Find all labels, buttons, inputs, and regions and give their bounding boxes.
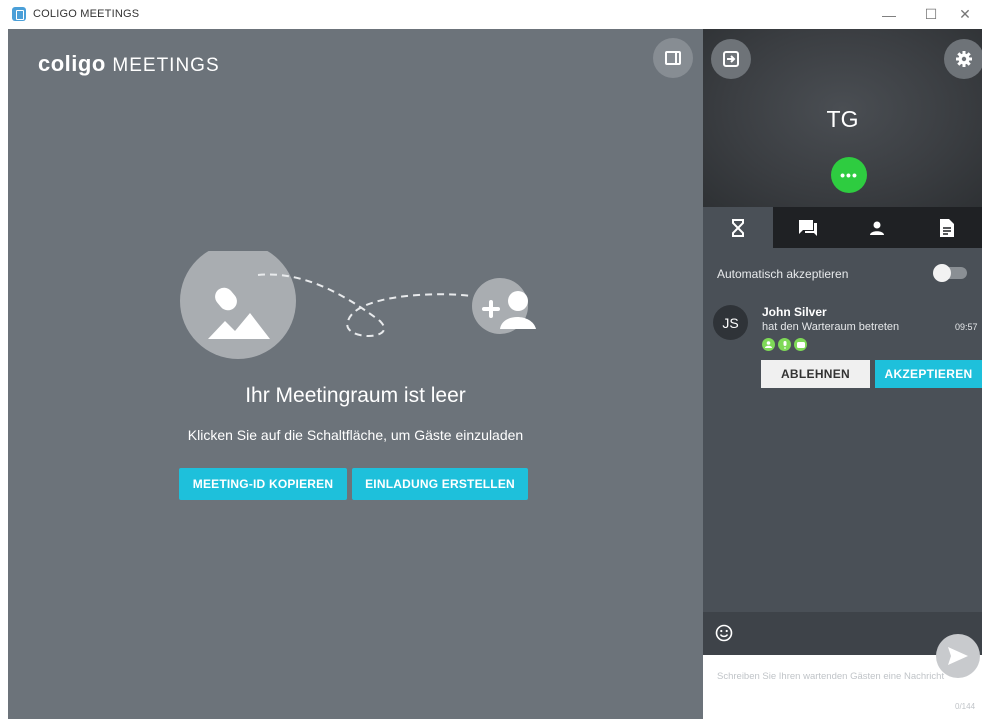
send-button[interactable] — [936, 634, 980, 678]
person-icon — [762, 338, 775, 351]
toggle-knob — [933, 264, 951, 282]
tab-participants[interactable] — [843, 207, 913, 248]
camera-icon — [794, 338, 807, 351]
side-panel: TG ••• Automatisch akzeptieren JS John S… — [703, 29, 982, 719]
guest-capabilities — [762, 338, 807, 351]
panel-toggle-button[interactable] — [653, 38, 693, 78]
maximize-button[interactable]: ☐ — [914, 0, 948, 29]
auto-accept-toggle[interactable] — [933, 264, 967, 282]
send-icon — [948, 647, 968, 665]
tab-waiting-room[interactable] — [703, 207, 773, 248]
tab-documents[interactable] — [912, 207, 982, 248]
auto-accept-label: Automatisch akzeptieren — [717, 267, 849, 281]
brand-bold: coligo — [38, 51, 106, 76]
panel-tabs — [703, 207, 982, 248]
tab-chat[interactable] — [773, 207, 843, 248]
exit-icon — [723, 51, 739, 67]
mic-icon — [778, 338, 791, 351]
hourglass-icon — [731, 218, 744, 237]
reject-button[interactable]: ABLEHNEN — [761, 360, 870, 388]
guest-time: 09:57 — [955, 322, 978, 332]
empty-room-illustration — [180, 251, 536, 359]
more-options-button[interactable]: ••• — [831, 157, 867, 193]
title-bar: COLIGO MEETINGS — ☐ ✕ — [0, 0, 982, 29]
brand-light: MEETINGS — [112, 55, 220, 76]
emoji-icon[interactable] — [715, 624, 733, 642]
empty-room-subtitle: Klicken Sie auf die Schaltfläche, um Gäs… — [187, 427, 524, 443]
window-title: COLIGO MEETINGS — [33, 8, 140, 20]
self-initials: TG — [826, 106, 859, 132]
leave-button[interactable] — [711, 39, 751, 79]
copy-meeting-id-button[interactable]: MEETING-ID KOPIEREN — [179, 468, 347, 500]
message-placeholder: Schreiben Sie Ihren wartenden Gästen ein… — [717, 671, 945, 682]
person-icon — [870, 221, 885, 235]
app-icon — [12, 7, 26, 21]
guest-name: John Silver — [762, 305, 827, 319]
char-counter: 0/144 — [955, 702, 976, 711]
minimize-button[interactable]: — — [872, 0, 906, 29]
chat-icon — [798, 219, 817, 236]
gear-icon — [956, 51, 972, 67]
create-invitation-button[interactable]: EINLADUNG ERSTELLEN — [352, 468, 528, 500]
self-video-tile: TG ••• — [703, 29, 982, 207]
empty-room-title: Ihr Meetingraum ist leer — [245, 384, 466, 407]
guest-status: hat den Warteraum betreten — [762, 321, 900, 333]
sidebar-icon — [665, 51, 681, 65]
meeting-stage: coligo MEETINGS Ihr Meetingraum ist leer… — [8, 29, 703, 719]
document-icon — [940, 218, 955, 237]
settings-button[interactable] — [944, 39, 982, 79]
close-button[interactable]: ✕ — [948, 0, 982, 29]
brand-logo: coligo MEETINGS — [38, 51, 220, 77]
guest-avatar: JS — [713, 305, 748, 340]
accept-button[interactable]: AKZEPTIEREN — [875, 360, 982, 388]
